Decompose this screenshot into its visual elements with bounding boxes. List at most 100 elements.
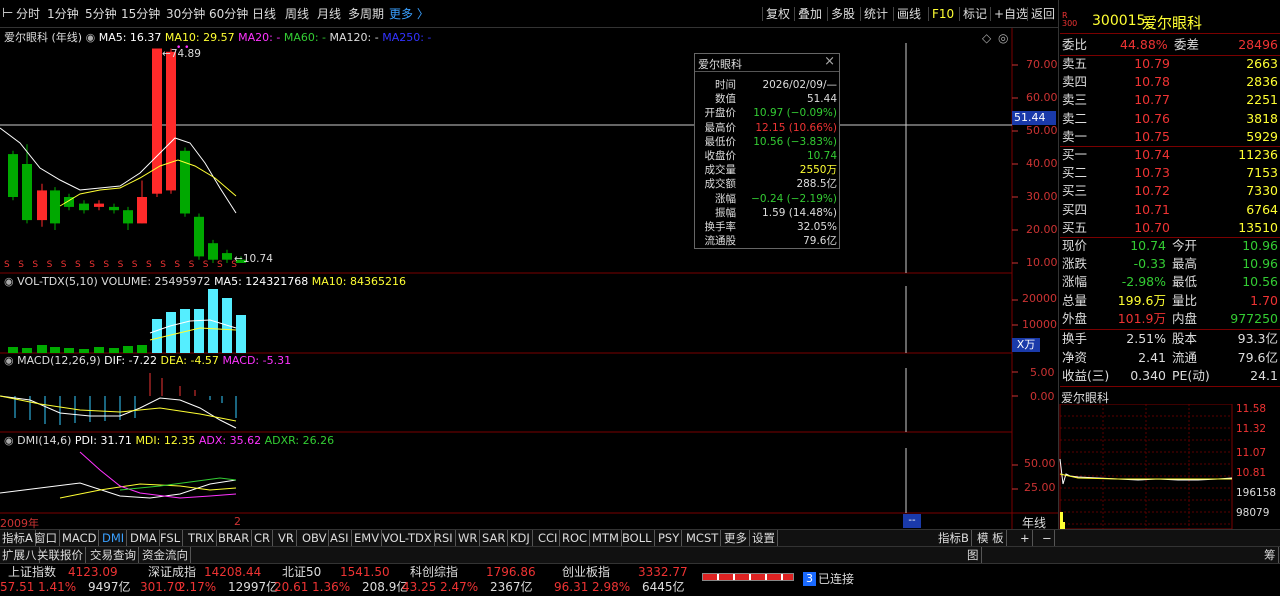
candle-body: [8, 154, 18, 197]
circle-icon[interactable]: ◎: [998, 31, 1008, 45]
ticker-name[interactable]: 深证成指: [148, 565, 196, 580]
ticker-change: 20.61: [274, 580, 309, 594]
period-tab-4[interactable]: 30分钟: [166, 5, 205, 23]
mini-intraday-chart[interactable]: 11.58 11.32 11.07 10.81 196158 98079: [1058, 404, 1280, 529]
secondary-tab-0[interactable]: 扩展八: [0, 547, 40, 563]
indicator-tab-3[interactable]: DMI: [100, 530, 128, 546]
stat-value: 101.9万: [1117, 310, 1166, 326]
volume-bar: [137, 345, 147, 353]
popup-value: 288.5亿: [796, 178, 837, 191]
indicator-tab-16[interactable]: SAR: [480, 530, 509, 546]
chip-toggle[interactable]: 筹: [1262, 547, 1279, 563]
indicator-tab-24[interactable]: 更多: [722, 530, 750, 546]
right-tab-2[interactable]: +: [1018, 530, 1033, 546]
indicator-tab-22[interactable]: PSY: [656, 530, 683, 546]
indicator-tab-20[interactable]: MTM: [590, 530, 622, 546]
indicator-tab-8[interactable]: CR: [252, 530, 274, 546]
indicator-tab-5[interactable]: FSL: [158, 530, 184, 546]
popup-row: 收盘价 10.74: [695, 149, 841, 163]
stat-value: 2.51%: [1126, 331, 1166, 346]
stat-value: 24.1: [1250, 368, 1278, 384]
buy-price: 10.73: [1134, 165, 1170, 181]
period-tab-5[interactable]: 60分钟: [209, 5, 248, 23]
ticker-name[interactable]: 科创综指: [410, 565, 458, 580]
toolbar-btn-4[interactable]: 画线: [897, 5, 921, 23]
indicator-tab-19[interactable]: ROC: [560, 530, 591, 546]
mini-axis-label: 10.81: [1236, 467, 1266, 479]
period-tab-9[interactable]: 多周期: [348, 5, 384, 23]
period-tab-7[interactable]: 周线: [285, 5, 309, 23]
candle-body: [109, 206, 119, 211]
secondary-tab-1[interactable]: 关联报价: [35, 547, 86, 563]
sell-row: 卖三 10.77 2251: [1062, 91, 1280, 109]
stock-code: 300015: [1092, 13, 1146, 29]
ticker-amount: 2367亿: [490, 580, 533, 594]
toolbar-btn-6[interactable]: 标记: [963, 5, 987, 23]
volume-bar: [109, 348, 119, 353]
period-tab-2[interactable]: 5分钟: [85, 5, 117, 23]
collapse-icon[interactable]: ⊢: [2, 6, 13, 21]
period-tab-8[interactable]: 月线: [317, 5, 341, 23]
indicator-tab-4[interactable]: DMA: [128, 530, 160, 546]
indicator-tab-15[interactable]: WR: [456, 530, 481, 546]
close-icon[interactable]: ×: [824, 54, 835, 69]
indicator-tab-21[interactable]: BOLL: [620, 530, 655, 546]
buy-label: 买一: [1062, 147, 1088, 162]
indicator-tabs: 指标A 窗口 MACD DMI DMA FSL TRIX BRAR CR VR OBV ASI EMV V…: [0, 529, 1280, 546]
indicator-tab-7[interactable]: BRAR: [216, 530, 253, 546]
indicator-tab-25[interactable]: 设置: [750, 530, 778, 546]
data-tooltip-window[interactable]: 爱尔眼科 × 时间 2026/02/09/— 数值 51.44 开盘价 10.97 (−0…: [694, 53, 840, 249]
secondary-tab-2[interactable]: 交易查询: [88, 547, 139, 563]
ticker-name[interactable]: 创业板指: [562, 565, 610, 580]
right-tab-3[interactable]: −: [1040, 530, 1055, 546]
toolbar-btn-7[interactable]: +自选: [994, 5, 1028, 23]
ticker-name[interactable]: 北证50: [282, 565, 321, 580]
indicator-tab-2[interactable]: MACD: [60, 530, 100, 546]
signal-mark: S: [189, 260, 195, 270]
buy-label: 买五: [1062, 219, 1088, 235]
stat-label: 内盘: [1172, 310, 1198, 326]
diamond-icon[interactable]: ◇: [982, 31, 991, 45]
indicator-tab-12[interactable]: EMV: [352, 530, 383, 546]
stat-row: 总量 199.6万 量比 1.70: [1062, 292, 1280, 310]
toolbar-btn-2[interactable]: 多股: [831, 5, 855, 23]
signal-mark: S: [61, 260, 67, 270]
indicator-tab-18[interactable]: CCI: [536, 530, 561, 546]
indicator-tab-9[interactable]: VR: [276, 530, 297, 546]
period-tab-10[interactable]: 更多 〉: [389, 5, 429, 23]
period-tab-1[interactable]: 1分钟: [47, 5, 79, 23]
period-tab-0[interactable]: 分时: [16, 5, 40, 23]
indicator-tab-13[interactable]: VOL-TDX: [380, 530, 435, 546]
stat-value: 0.340: [1130, 368, 1166, 384]
indicator-tab-1[interactable]: 窗口: [32, 530, 60, 546]
secondary-tab-3[interactable]: 资金流向: [140, 547, 191, 563]
ticker-value: 14208.44: [204, 565, 262, 579]
indicator-tab-17[interactable]: KDJ: [508, 530, 533, 546]
buy-qty: 13510: [1238, 219, 1278, 235]
right-tab-1[interactable]: 模 板: [975, 530, 1007, 546]
stat-row: 换手 2.51% 股本 93.3亿: [1062, 330, 1280, 348]
popup-row: 成交量 2550万: [695, 163, 841, 177]
volume-bar: [50, 347, 60, 353]
sell-qty: 2836: [1246, 74, 1278, 90]
period-tab-3[interactable]: 15分钟: [121, 5, 160, 23]
ticker-name[interactable]: 上证指数: [8, 565, 56, 580]
period-tab-6[interactable]: 日线: [252, 5, 276, 23]
settings-icon[interactable]: ◉: [86, 31, 96, 44]
stat-label: 外盘: [1062, 310, 1088, 326]
indicator-tab-6[interactable]: TRIX: [186, 530, 218, 546]
indicator-tab-23[interactable]: MCST: [684, 530, 722, 546]
right-tab-0[interactable]: 指标B: [936, 530, 972, 546]
sell-label: 卖一: [1062, 128, 1088, 144]
toolbar-btn-8[interactable]: 返回: [1031, 5, 1055, 23]
toolbar-btn-3[interactable]: 统计: [864, 5, 888, 23]
toolbar-btn-1[interactable]: 叠加: [798, 5, 822, 23]
indicator-tab-11[interactable]: ASI: [328, 530, 352, 546]
indicator-tab-0[interactable]: 指标A: [0, 530, 36, 546]
toolbar-btn-0[interactable]: 复权: [766, 5, 790, 23]
indicator-tab-14[interactable]: RSI: [432, 530, 456, 546]
toolbar-btn-5[interactable]: F10: [932, 5, 954, 23]
chart-toggle[interactable]: 图: [965, 547, 982, 563]
indicator-tab-10[interactable]: OBV: [300, 530, 330, 546]
dmi-panel-title: ◉ DMI(14,6) PDI: 31.71 MDI: 12.35 ADX: 3…: [4, 434, 335, 447]
